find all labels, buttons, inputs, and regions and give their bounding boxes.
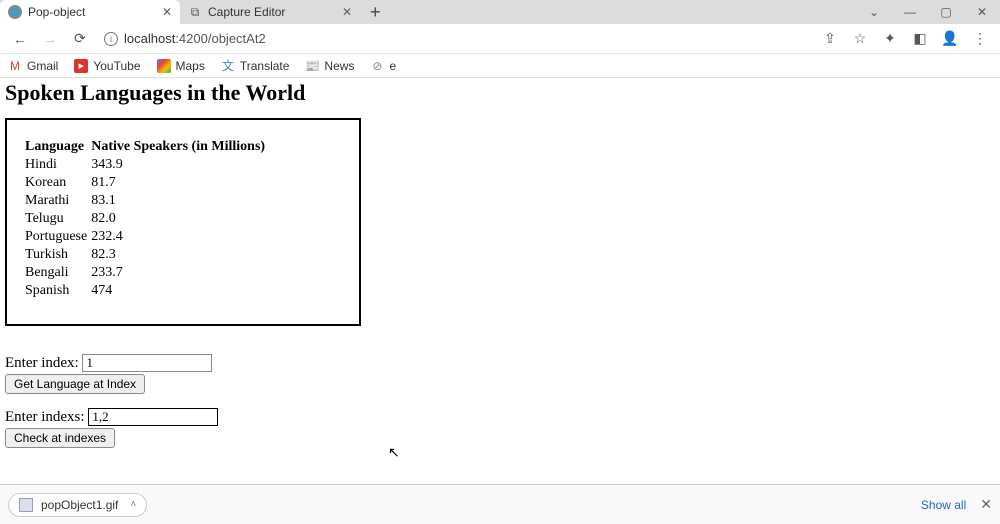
tab-capture-editor[interactable]: ⧉ Capture Editor ✕	[180, 0, 360, 24]
close-window-icon[interactable]: ✕	[964, 0, 1000, 24]
youtube-icon: ▶	[74, 59, 88, 73]
translate-icon: 文	[221, 59, 235, 73]
download-chip[interactable]: popObject1.gif ˄	[8, 493, 147, 517]
page-viewport[interactable]: Spoken Languages in the World Language N…	[0, 78, 1000, 460]
extensions-icon[interactable]: ✦	[876, 26, 904, 52]
close-icon[interactable]: ✕	[980, 496, 992, 513]
address-bar: ← → ⟳ i localhost:4200/objectAt2 ⇪ ☆ ✦ ◧…	[0, 24, 1000, 54]
table-row: Portuguese232.4	[25, 228, 269, 246]
profile-icon[interactable]: 👤	[936, 26, 964, 52]
chevron-down-icon[interactable]: ⌄	[856, 0, 892, 24]
table-row: Hindi343.9	[25, 156, 269, 174]
window-controls: ⌄ — ▢ ✕	[856, 0, 1000, 24]
get-language-button[interactable]: Get Language at Index	[5, 374, 145, 394]
forward-button[interactable]: →	[36, 26, 64, 52]
indexes-control: Enter indexs: Check at indexes	[5, 408, 995, 448]
tab-pop-object[interactable]: 🌐 Pop-object ✕	[0, 0, 180, 24]
check-indexes-button[interactable]: Check at indexes	[5, 428, 115, 448]
url-bar[interactable]: i localhost:4200/objectAt2	[96, 27, 814, 51]
download-bar: popObject1.gif ˄ Show all ✕	[0, 484, 1000, 524]
index-input[interactable]	[82, 354, 212, 372]
globe-icon: 🌐	[8, 5, 22, 19]
crop-icon: ⧉	[188, 5, 202, 19]
maps-icon	[157, 59, 171, 73]
star-icon[interactable]: ☆	[846, 26, 874, 52]
tab-title: Pop-object	[28, 5, 85, 19]
back-button[interactable]: ←	[6, 26, 34, 52]
side-panel-icon[interactable]: ◧	[906, 26, 934, 52]
table-row: Spanish474	[25, 282, 269, 300]
bookmark-news[interactable]: 📰News	[305, 59, 354, 73]
col-header-language: Language	[25, 138, 91, 156]
menu-icon[interactable]: ⋮	[966, 26, 994, 52]
site-info-icon[interactable]: i	[104, 32, 118, 46]
bookmark-e[interactable]: ⊘e	[370, 59, 396, 73]
table-row: Marathi83.1	[25, 192, 269, 210]
news-icon: 📰	[305, 59, 319, 73]
indexes-input[interactable]	[88, 408, 218, 426]
table-row: Telugu82.0	[25, 210, 269, 228]
file-icon	[19, 498, 33, 512]
bookmark-youtube[interactable]: ▶YouTube	[74, 59, 140, 73]
chevron-up-icon[interactable]: ˄	[130, 499, 136, 510]
index-control: Enter index: Get Language at Index	[5, 354, 995, 394]
close-icon[interactable]: ✕	[342, 5, 352, 19]
gmail-icon: M	[8, 59, 22, 73]
language-table-box: Language Native Speakers (in Millions) H…	[5, 118, 361, 326]
bookmark-bar: MGmail ▶YouTube Maps 文Translate 📰News ⊘e	[0, 54, 1000, 78]
maximize-icon[interactable]: ▢	[928, 0, 964, 24]
show-all-link[interactable]: Show all	[921, 498, 966, 512]
share-icon[interactable]: ⇪	[816, 26, 844, 52]
minimize-icon[interactable]: —	[892, 0, 928, 24]
bookmark-maps[interactable]: Maps	[157, 59, 205, 73]
page-title: Spoken Languages in the World	[5, 80, 995, 106]
indexes-label: Enter indexs:	[5, 409, 88, 425]
tab-title: Capture Editor	[208, 5, 285, 19]
new-tab-button[interactable]: +	[360, 2, 391, 23]
letter-e-icon: ⊘	[370, 59, 384, 73]
table-row: Korean81.7	[25, 174, 269, 192]
bookmark-translate[interactable]: 文Translate	[221, 59, 290, 73]
close-icon[interactable]: ✕	[162, 5, 172, 19]
tab-bar: 🌐 Pop-object ✕ ⧉ Capture Editor ✕ + ⌄ — …	[0, 0, 1000, 24]
reload-button[interactable]: ⟳	[66, 26, 94, 52]
download-filename: popObject1.gif	[41, 498, 118, 512]
bookmark-gmail[interactable]: MGmail	[8, 59, 58, 73]
language-table: Language Native Speakers (in Millions) H…	[25, 138, 269, 300]
table-row: Bengali233.7	[25, 264, 269, 282]
url-text: localhost:4200/objectAt2	[124, 31, 266, 46]
col-header-speakers: Native Speakers (in Millions)	[91, 138, 269, 156]
table-row: Turkish82.3	[25, 246, 269, 264]
index-label: Enter index:	[5, 355, 82, 371]
